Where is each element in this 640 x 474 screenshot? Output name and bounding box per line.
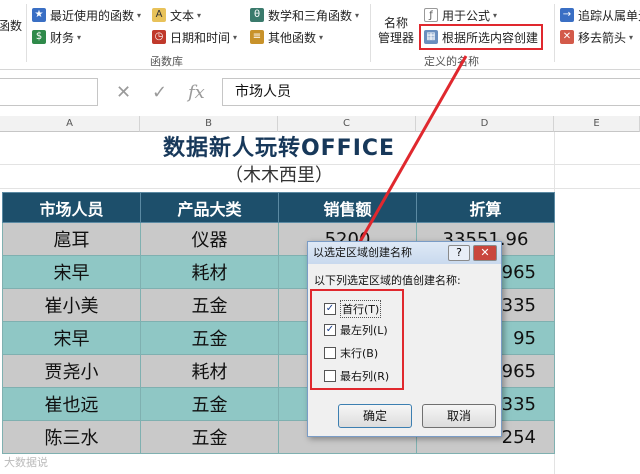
ok-button[interactable]: 确定 bbox=[338, 404, 412, 428]
dialog-prompt: 以下列选定区域的值创建名称: bbox=[314, 274, 461, 287]
create-names-dialog: 以选定区域创建名称 ? ✕ 以下列选定区域的值创建名称: ✓ 首行(T) ✓ 最… bbox=[307, 241, 502, 437]
cancel-button[interactable]: 取消 bbox=[422, 404, 496, 428]
help-icon[interactable]: ? bbox=[448, 245, 470, 261]
close-icon[interactable]: ✕ bbox=[473, 245, 497, 261]
options-highlight bbox=[310, 289, 404, 390]
